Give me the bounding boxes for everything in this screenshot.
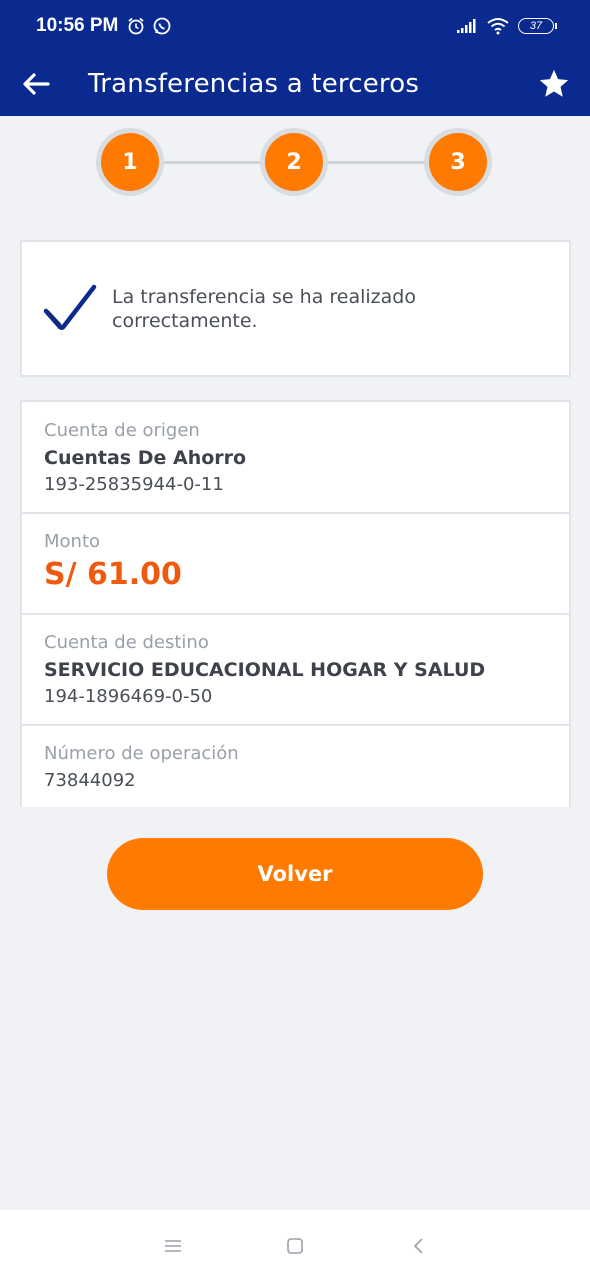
destination-account-number: 194-1896469-0-50: [44, 686, 213, 707]
amount-value: S/ 61.00: [44, 557, 182, 592]
operation-number-row: Número de operación 73844092: [22, 726, 569, 807]
step-1: 1: [96, 128, 164, 196]
origin-account-name: Cuentas De Ahorro: [44, 447, 247, 469]
status-time: 10:56 PM: [36, 15, 119, 36]
system-nav-bar: [0, 1210, 590, 1280]
destination-account-name: SERVICIO EDUCACIONAL HOGAR Y SALUD: [44, 659, 486, 681]
menu-nav-button[interactable]: [159, 1232, 187, 1260]
chevron-left-icon: [413, 1238, 423, 1254]
app-bar: Transferencias a terceros: [0, 52, 590, 116]
step-number: 3: [429, 133, 487, 191]
operation-number-label: Número de operación: [44, 743, 239, 764]
step-2: 2: [260, 128, 328, 196]
step-connector: [162, 161, 264, 164]
amount-label: Monto: [44, 531, 101, 552]
origin-account-number: 193-25835944-0-11: [44, 474, 224, 495]
home-nav-button[interactable]: [281, 1232, 309, 1260]
wifi-icon: [487, 18, 509, 35]
star-icon: [539, 69, 569, 97]
step-3: 3: [424, 128, 492, 196]
battery-icon: 37: [518, 18, 557, 34]
status-icons-right: 37: [456, 17, 557, 35]
success-card: La transferencia se ha realizado correct…: [20, 240, 571, 377]
origin-account-label: Cuenta de origen: [44, 420, 200, 441]
origin-account-row: Cuenta de origen Cuentas De Ahorro 193-2…: [22, 402, 569, 514]
transfer-details: Cuenta de origen Cuentas De Ahorro 193-2…: [20, 400, 571, 807]
signal-icon: [457, 19, 476, 33]
favorite-button[interactable]: [524, 52, 584, 116]
arrow-left-icon: [23, 73, 50, 95]
back-button[interactable]: [6, 52, 66, 116]
status-icons-left: [126, 16, 172, 36]
menu-icon: [165, 1240, 181, 1252]
whatsapp-icon: [153, 17, 171, 35]
status-bar: 10:56 PM 37: [0, 0, 590, 52]
amount-row: Monto S/ 61.00: [22, 514, 569, 615]
operation-number-value: 73844092: [44, 770, 136, 791]
step-number: 1: [101, 133, 159, 191]
step-number: 2: [265, 133, 323, 191]
destination-account-label: Cuenta de destino: [44, 632, 209, 653]
alarm-icon: [128, 17, 144, 35]
page-title: Transferencias a terceros: [88, 69, 420, 99]
step-connector: [326, 161, 428, 164]
volver-button[interactable]: Volver: [107, 838, 483, 910]
destination-account-row: Cuenta de destino SERVICIO EDUCACIONAL H…: [22, 615, 569, 726]
home-square-icon: [287, 1238, 303, 1254]
checkmark-icon: [43, 284, 97, 330]
progress-stepper: 1 2 3: [0, 126, 590, 198]
success-message: La transferencia se ha realizado correct…: [112, 285, 416, 332]
back-nav-button[interactable]: [405, 1232, 433, 1260]
